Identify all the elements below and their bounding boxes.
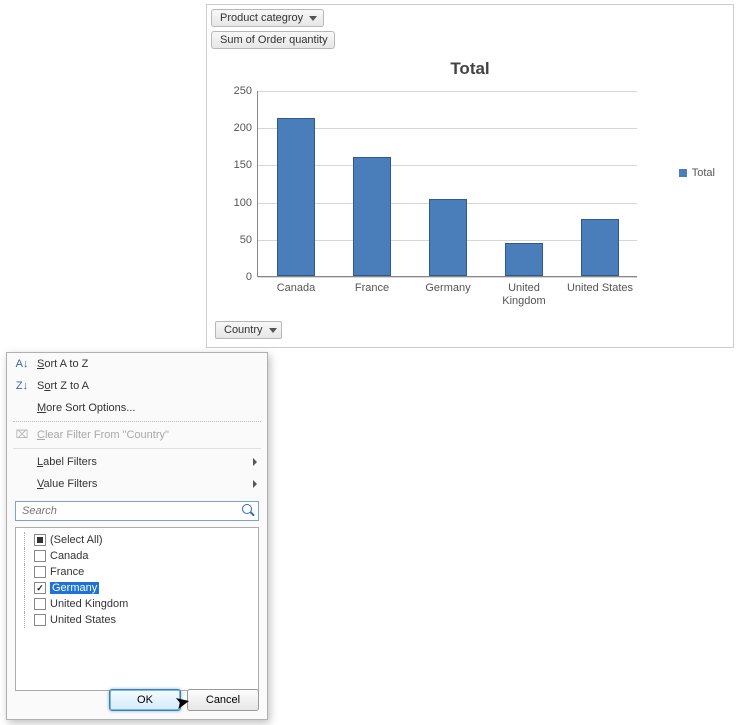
checkbox[interactable]	[34, 614, 46, 626]
filter-values-tree[interactable]: (Select All) Canada France Germany United Ki…	[15, 527, 259, 691]
chart-xlabel: France	[336, 282, 408, 295]
chart-bar	[505, 243, 543, 276]
filter-item[interactable]: (Select All)	[20, 532, 254, 548]
filter-item[interactable]: France	[20, 564, 254, 580]
chart-title: Total	[215, 59, 725, 79]
clear-filter-icon: ⌧	[13, 430, 31, 441]
checkbox[interactable]	[34, 534, 46, 546]
filter-item-label: Germany	[50, 582, 99, 594]
chart-ytick: 50	[222, 234, 252, 246]
chart-bar	[277, 118, 315, 276]
filter-item[interactable]: Canada	[20, 548, 254, 564]
chart-ytick: 250	[222, 85, 252, 97]
legend-label: Total	[692, 167, 715, 179]
chart-bar	[581, 219, 619, 276]
chart-ytick: 200	[222, 122, 252, 134]
ok-button[interactable]: OK	[109, 689, 181, 711]
search-icon	[242, 504, 256, 518]
chart-area: Total 050100150200250CanadaFranceGermany…	[215, 57, 725, 339]
submenu-arrow-icon	[253, 458, 257, 466]
menu-separator	[13, 448, 261, 449]
sort-a-to-z[interactable]: A↓ Sort A to Z	[7, 353, 267, 375]
chart-xlabel: Canada	[260, 282, 332, 295]
clear-filter: ⌧ Clear Filter From "Country"	[7, 424, 267, 446]
chart-bar	[429, 199, 467, 276]
checkbox[interactable]	[34, 566, 46, 578]
page-filter-pill[interactable]: Product categroy	[211, 9, 324, 27]
checkbox[interactable]	[34, 598, 46, 610]
legend-swatch	[679, 169, 687, 177]
chart-ytick: 0	[222, 271, 252, 283]
country-filter-menu: A↓ Sort A to Z Z↓ Sort Z to A More Sort …	[6, 352, 268, 720]
chart-xlabel: United Kingdom	[488, 282, 560, 307]
filter-item[interactable]: Germany	[20, 580, 254, 596]
search-input[interactable]	[20, 504, 242, 518]
filter-item-label: (Select All)	[50, 534, 103, 546]
filter-item[interactable]: United States	[20, 612, 254, 628]
chart-legend: Total	[679, 167, 715, 179]
value-field-pill[interactable]: Sum of Order quantity	[211, 31, 335, 49]
value-field-label: Sum of Order quantity	[220, 34, 328, 46]
menu-separator	[13, 421, 261, 422]
label-filters[interactable]: Label Filters	[7, 451, 267, 473]
chart-plot: 050100150200250CanadaFranceGermanyUnited…	[257, 91, 637, 277]
page-filter-label: Product categroy	[220, 12, 303, 24]
button-bar: OK Cancel ➤	[15, 689, 259, 711]
chart-gridline	[258, 277, 637, 278]
axis-field-pill[interactable]: Country	[215, 321, 282, 339]
sort-desc-icon: Z↓	[13, 381, 31, 392]
chart-bar	[353, 157, 391, 276]
chart-xlabel: United States	[564, 282, 636, 295]
chart-xlabel: Germany	[412, 282, 484, 295]
chart-ytick: 100	[222, 197, 252, 209]
dropdown-icon	[269, 328, 277, 333]
checkbox[interactable]	[34, 550, 46, 562]
axis-field-label: Country	[224, 324, 263, 336]
chart-gridline	[258, 91, 637, 92]
filter-item-label: United States	[50, 614, 116, 626]
filter-item-label: Canada	[50, 550, 89, 562]
chart-panel: Product categroy Sum of Order quantity T…	[206, 4, 734, 348]
dropdown-icon	[309, 16, 317, 21]
more-sort-options[interactable]: More Sort Options...	[7, 397, 267, 419]
filter-item-label: France	[50, 566, 84, 578]
submenu-arrow-icon	[253, 480, 257, 488]
filter-item-label: United Kingdom	[50, 598, 128, 610]
sort-asc-icon: A↓	[13, 359, 31, 370]
value-filters[interactable]: Value Filters	[7, 473, 267, 495]
cancel-button[interactable]: Cancel	[187, 689, 259, 711]
checkbox[interactable]	[34, 582, 46, 594]
filter-item[interactable]: United Kingdom	[20, 596, 254, 612]
filter-search[interactable]	[15, 501, 259, 521]
chart-ytick: 150	[222, 159, 252, 171]
sort-z-to-a[interactable]: Z↓ Sort Z to A	[7, 375, 267, 397]
